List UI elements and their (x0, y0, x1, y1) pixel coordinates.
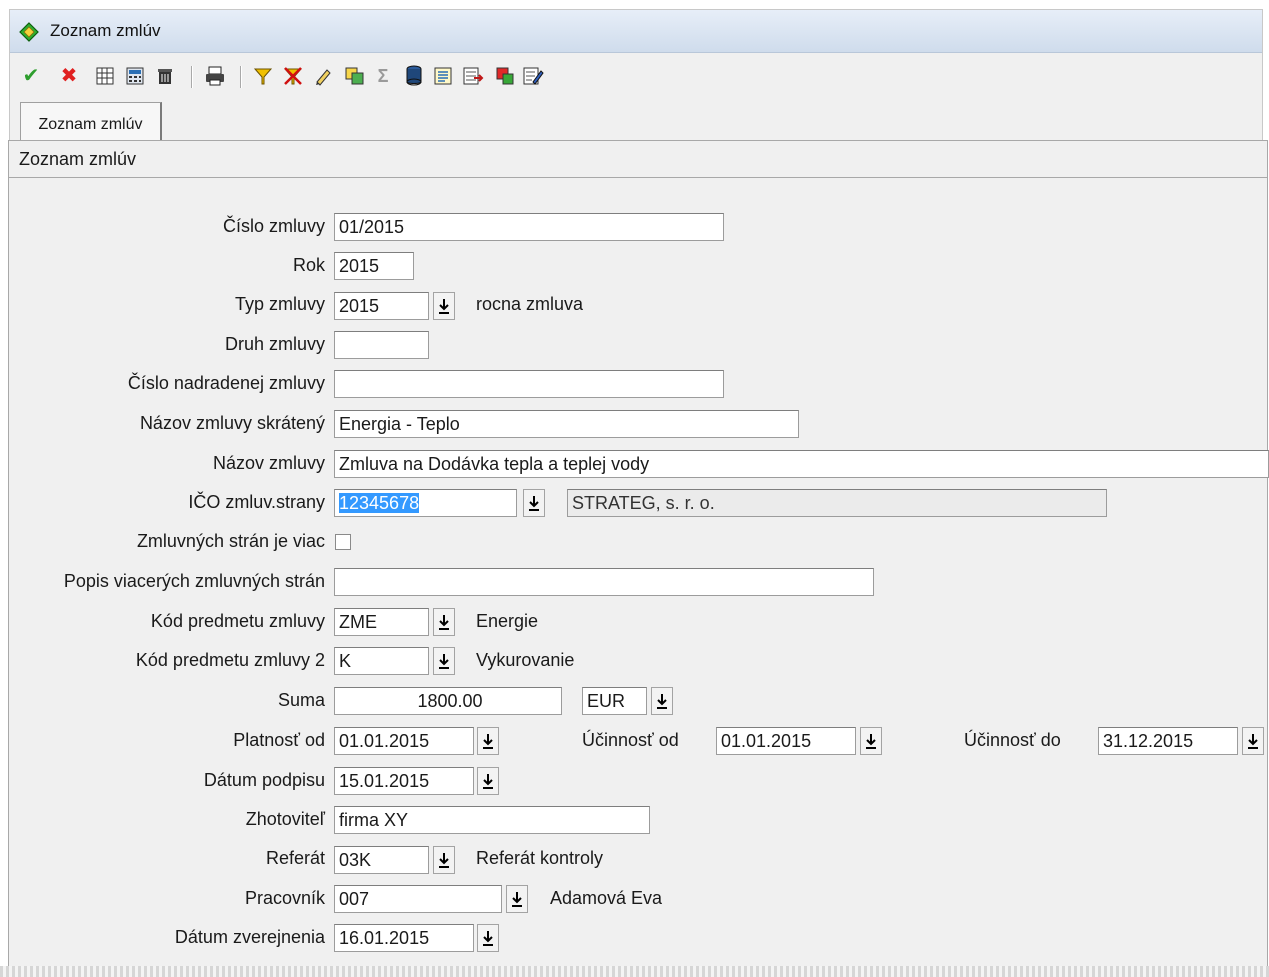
nazov-zmluvy-label: Názov zmluvy (212, 453, 325, 473)
datum-podpisu-input[interactable]: 15.01.2015 (334, 767, 474, 795)
druh-zmluvy-label: Druh zmluvy (224, 334, 325, 354)
trash-icon[interactable] (154, 65, 176, 87)
cislo-zmluvy-input[interactable]: 01/2015 (334, 213, 724, 241)
print-icon[interactable] (204, 65, 226, 87)
currency-input[interactable]: EUR (582, 687, 647, 715)
sum-icon[interactable]: Σ (372, 65, 394, 87)
viac-stran-label: Zmluvných strán je viac (136, 531, 325, 551)
typ-zmluvy-input[interactable]: 2015 (334, 292, 429, 320)
referat-description: Referát kontroly (476, 848, 604, 868)
torn-edge-decoration (0, 966, 1269, 977)
ico-dropdown-icon[interactable] (523, 489, 545, 517)
window-title: Zoznam zmlúv (50, 21, 161, 40)
kod-predmetu-input[interactable]: ZME (334, 608, 429, 636)
datum-podpisu-dropdown-icon[interactable] (477, 767, 499, 795)
app-diamond-icon (19, 22, 39, 42)
copy-icon[interactable] (344, 65, 366, 87)
pracovnik-input[interactable]: 007 (334, 885, 502, 913)
ucinnost-do-dropdown-icon[interactable] (1242, 727, 1264, 755)
title-bar: Zoznam zmlúv (10, 10, 1262, 53)
nazov-skrateny-input[interactable]: Energia - Teplo (334, 410, 799, 438)
ico-label: IČO zmluv.strany (188, 492, 325, 512)
viac-stran-checkbox[interactable] (335, 534, 351, 550)
kod-predmetu-description: Energie (476, 611, 539, 631)
kod-predmetu-2-dropdown-icon[interactable] (433, 647, 455, 675)
referat-label: Referát (265, 848, 325, 868)
nazov-skrateny-label: Názov zmluvy skrátený (139, 413, 325, 433)
cislo-zmluvy-label: Číslo zmluvy (222, 216, 325, 236)
platnost-od-dropdown-icon[interactable] (477, 727, 499, 755)
ico-selected-text: 12345678 (339, 493, 420, 513)
edit-icon[interactable] (522, 65, 544, 87)
zhotovitel-input[interactable]: firma XY (334, 806, 650, 834)
currency-dropdown-icon[interactable] (651, 687, 673, 715)
check-icon[interactable]: ✔ (20, 65, 42, 87)
suma-input[interactable]: 1800.00 (334, 687, 562, 715)
datum-zverejnenia-dropdown-icon[interactable] (477, 924, 499, 952)
pen-icon[interactable] (312, 65, 334, 87)
kod-predmetu-2-input[interactable]: K (334, 647, 429, 675)
ucinnost-do-input[interactable]: 31.12.2015 (1098, 727, 1238, 755)
clear-filter-icon[interactable] (282, 65, 304, 87)
ucinnost-od-dropdown-icon[interactable] (860, 727, 882, 755)
pracovnik-label: Pracovník (244, 888, 325, 908)
referat-input[interactable]: 03K (334, 846, 429, 874)
druh-zmluvy-input[interactable] (334, 331, 429, 359)
pracovnik-dropdown-icon[interactable] (506, 885, 528, 913)
ucinnost-od-input[interactable]: 01.01.2015 (716, 727, 856, 755)
ico-input[interactable]: 12345678 (334, 489, 517, 517)
datum-zverejnenia-label: Dátum zverejnenia (174, 927, 325, 947)
ucinnost-od-label: Účinnosť od (582, 730, 679, 750)
database-icon[interactable] (403, 65, 425, 87)
panel-title: Zoznam zmlúv (9, 141, 1267, 178)
calculator-icon[interactable] (124, 65, 146, 87)
zhotovitel-label: Zhotoviteľ (245, 809, 325, 829)
filter-icon[interactable] (252, 65, 274, 87)
cislo-nadradenej-label: Číslo nadradenej zmluvy (127, 373, 325, 393)
grid-icon[interactable] (94, 65, 116, 87)
platnost-od-label: Platnosť od (233, 730, 325, 750)
suma-label: Suma (277, 690, 325, 710)
toolbar-separator (240, 66, 242, 88)
windows-icon[interactable] (494, 65, 516, 87)
rok-input[interactable]: 2015 (334, 252, 414, 280)
popis-viacerych-label: Popis viacerých zmluvných strán (63, 571, 325, 591)
datum-zverejnenia-input[interactable]: 16.01.2015 (334, 924, 474, 952)
toolbar: ✔ ✖ Σ (10, 56, 1262, 96)
kod-predmetu-2-label: Kód predmetu zmluvy 2 (135, 650, 325, 670)
kod-predmetu-dropdown-icon[interactable] (433, 608, 455, 636)
ucinnost-do-label: Účinnosť do (964, 730, 1061, 750)
typ-zmluvy-description: rocna zmluva (476, 294, 584, 314)
platnost-od-input[interactable]: 01.01.2015 (334, 727, 474, 755)
toolbar-separator (191, 66, 193, 88)
typ-zmluvy-label: Typ zmluvy (234, 294, 325, 314)
popis-viacerych-input[interactable] (334, 568, 874, 596)
delete-icon[interactable]: ✖ (58, 65, 80, 87)
export-icon[interactable] (462, 65, 484, 87)
referat-dropdown-icon[interactable] (433, 846, 455, 874)
nazov-zmluvy-input[interactable]: Zmluva na Dodávka tepla a teplej vody (334, 450, 1269, 478)
typ-zmluvy-dropdown-icon[interactable] (433, 292, 455, 320)
cislo-nadradenej-input[interactable] (334, 370, 724, 398)
rok-label: Rok (292, 255, 325, 275)
form-panel: Zoznam zmlúv Číslo zmluvy 01/2015 Rok 20… (8, 140, 1269, 970)
ico-name-field: STRATEG, s. r. o. (567, 489, 1107, 517)
datum-podpisu-label: Dátum podpisu (203, 770, 325, 790)
kod-predmetu-2-description: Vykurovanie (476, 650, 575, 670)
report-icon[interactable] (432, 65, 454, 87)
kod-predmetu-label: Kód predmetu zmluvy (150, 611, 325, 631)
pracovnik-description: Adamová Eva (550, 888, 663, 908)
